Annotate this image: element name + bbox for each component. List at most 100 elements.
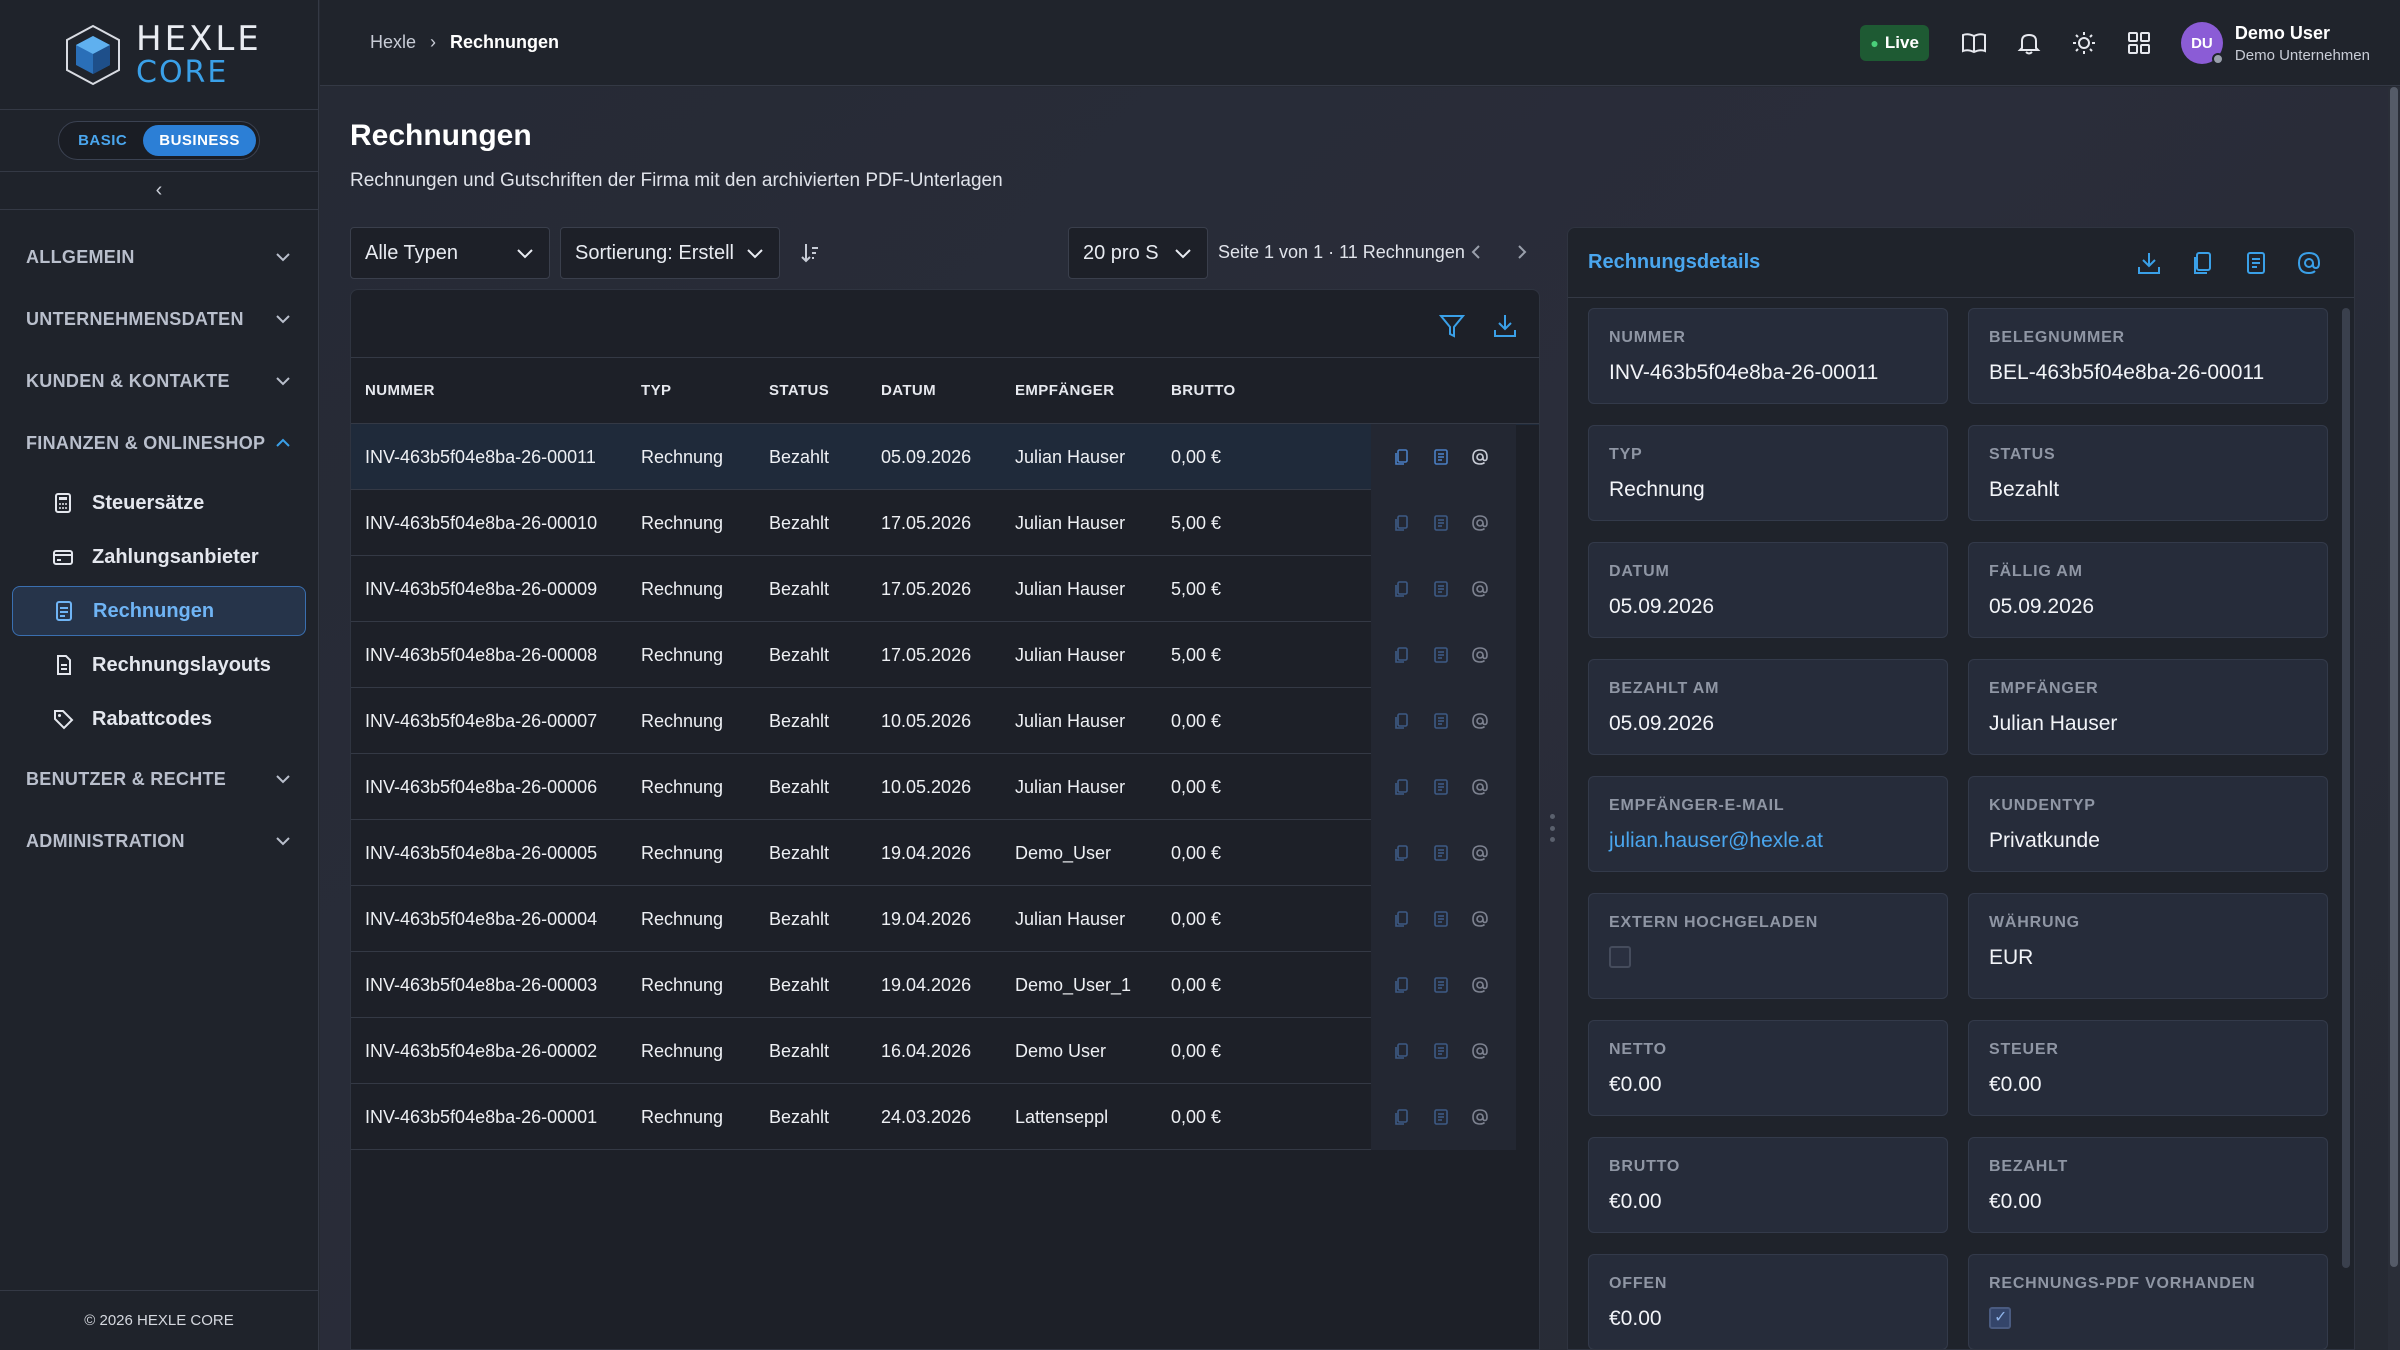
table-body: INV-463b5f04e8ba-26-00011 Rechnung Bezahlt… <box>351 424 1539 1150</box>
copy-document-icon[interactable] <box>1393 448 1411 466</box>
page-scrollbar[interactable] <box>2388 87 2400 1350</box>
receipt-icon[interactable] <box>1432 514 1450 532</box>
page-title: Rechnungen <box>350 119 532 152</box>
sidebar-item-rechnungslayouts[interactable]: Rechnungslayouts <box>12 640 306 690</box>
receipt-icon[interactable] <box>1432 580 1450 598</box>
receipt-icon[interactable] <box>2243 250 2269 276</box>
table-row[interactable]: INV-463b5f04e8ba-26-00006 Rechnung Bezahlt… <box>351 754 1539 820</box>
notifications-button[interactable] <box>2002 30 2057 56</box>
next-page-button[interactable] <box>1506 237 1536 267</box>
plan-business-option[interactable]: BUSINESS <box>143 125 256 156</box>
email-at-icon[interactable] <box>1471 778 1489 796</box>
table-row[interactable]: INV-463b5f04e8ba-26-00002 Rechnung Bezahlt… <box>351 1018 1539 1084</box>
email-at-icon[interactable] <box>1471 646 1489 664</box>
avatar[interactable]: DU <box>2180 22 2224 65</box>
column-header-empfaenger[interactable]: EMPFÄNGER <box>1015 382 1114 399</box>
type-filter-select[interactable]: Alle Typen <box>350 227 550 279</box>
copy-document-icon[interactable] <box>1393 580 1411 598</box>
plan-basic-option[interactable]: BASIC <box>62 125 143 156</box>
email-at-icon[interactable] <box>2296 250 2322 276</box>
cell-status: Bezahlt <box>769 1106 830 1127</box>
copy-document-icon[interactable] <box>2190 250 2216 276</box>
email-at-icon[interactable] <box>1471 976 1489 994</box>
prev-page-button[interactable] <box>1462 237 1492 267</box>
live-badge[interactable]: ● Live <box>1860 25 1929 61</box>
table-row[interactable]: INV-463b5f04e8ba-26-00008 Rechnung Bezahlt… <box>351 622 1539 688</box>
receipt-icon[interactable] <box>1432 1108 1450 1126</box>
nav-group-unternehmensdaten[interactable]: UNTERNEHMENSDATEN <box>0 288 318 350</box>
sidebar-collapse-button[interactable]: ‹ <box>0 172 318 210</box>
sidebar-item-zahlungsanbieter[interactable]: Zahlungsanbieter <box>12 532 306 582</box>
email-at-icon[interactable] <box>1471 910 1489 928</box>
detail-field-value: INV-463b5f04e8ba-26-00011 <box>1609 361 1879 384</box>
copy-document-icon[interactable] <box>1393 1108 1411 1126</box>
column-header-nummer[interactable]: NUMMER <box>365 382 435 399</box>
cell-brutto: 0,00 € <box>1171 974 1222 995</box>
nav-group-administration[interactable]: ADMINISTRATION <box>0 810 318 872</box>
nav-group-allgemein[interactable]: ALLGEMEIN <box>0 226 318 288</box>
sort-select[interactable]: Sortierung: Erstell <box>560 227 780 279</box>
sort-direction-icon[interactable] <box>798 240 824 266</box>
table-row[interactable]: INV-463b5f04e8ba-26-00011 Rechnung Bezahlt… <box>351 424 1539 490</box>
receipt-icon[interactable] <box>1432 976 1450 994</box>
email-at-icon[interactable] <box>1471 1108 1489 1126</box>
column-header-status[interactable]: STATUS <box>769 382 829 399</box>
email-at-icon[interactable] <box>1471 514 1489 532</box>
sort-value: Sortierung: Erstell <box>575 241 734 264</box>
table-row[interactable]: INV-463b5f04e8ba-26-00001 Rechnung Bezahlt… <box>351 1084 1539 1150</box>
copy-document-icon[interactable] <box>1393 712 1411 730</box>
theme-toggle-button[interactable] <box>2057 30 2112 56</box>
tag-icon <box>54 710 74 730</box>
table-row[interactable]: INV-463b5f04e8ba-26-00007 Rechnung Bezahlt… <box>351 688 1539 754</box>
column-header-brutto[interactable]: BRUTTO <box>1171 382 1236 399</box>
receipt-icon[interactable] <box>1432 844 1450 862</box>
table-row[interactable]: INV-463b5f04e8ba-26-00010 Rechnung Bezahlt… <box>351 490 1539 556</box>
table-row[interactable]: INV-463b5f04e8ba-26-00005 Rechnung Bezahlt… <box>351 820 1539 886</box>
apps-button[interactable] <box>2112 30 2167 56</box>
column-header-typ[interactable]: TYP <box>641 382 671 399</box>
detail-field-value: Privatkunde <box>1989 829 2100 852</box>
sidebar-item-rechnungen[interactable]: Rechnungen <box>12 586 306 636</box>
copy-document-icon[interactable] <box>1393 844 1411 862</box>
email-at-icon[interactable] <box>1471 448 1489 466</box>
receipt-icon[interactable] <box>1432 910 1450 928</box>
table-row[interactable]: INV-463b5f04e8ba-26-00004 Rechnung Bezahlt… <box>351 886 1539 952</box>
receipt-icon[interactable] <box>1432 646 1450 664</box>
user-menu[interactable]: Demo User Demo Unternehmen <box>2235 23 2370 64</box>
nav-group-finanzen-onlineshop[interactable]: FINANZEN & ONLINESHOP <box>0 412 318 474</box>
table-row[interactable]: INV-463b5f04e8ba-26-00009 Rechnung Bezahlt… <box>351 556 1539 622</box>
column-header-datum[interactable]: DATUM <box>881 382 936 399</box>
copy-document-icon[interactable] <box>1393 1042 1411 1060</box>
page-size-select[interactable]: 20 pro S <box>1068 227 1208 279</box>
download-icon[interactable] <box>1491 312 1519 340</box>
sidebar-item-steuersaetze[interactable]: Steuersätze <box>12 478 306 528</box>
email-at-icon[interactable] <box>1471 844 1489 862</box>
sidebar-item-rabattcodes[interactable]: Rabattcodes <box>12 694 306 744</box>
breadcrumb-home[interactable]: Hexle <box>370 32 416 53</box>
email-at-icon[interactable] <box>1471 712 1489 730</box>
cell-brutto: 5,00 € <box>1171 644 1222 665</box>
nav-group-kunden-kontakte[interactable]: KUNDEN & KONTAKTE <box>0 350 318 412</box>
email-at-icon[interactable] <box>1471 580 1489 598</box>
nav-group-benutzer-rechte[interactable]: BENUTZER & RECHTE <box>0 748 318 810</box>
recipient-email-link[interactable]: julian.hauser@hexle.at <box>1609 829 1927 853</box>
receipt-icon[interactable] <box>1432 1042 1450 1060</box>
receipt-icon[interactable] <box>1432 712 1450 730</box>
filter-icon[interactable] <box>1438 312 1466 340</box>
table-row[interactable]: INV-463b5f04e8ba-26-00003 Rechnung Bezahlt… <box>351 952 1539 1018</box>
download-icon[interactable] <box>2136 250 2162 276</box>
copy-document-icon[interactable] <box>1393 514 1411 532</box>
copy-document-icon[interactable] <box>1393 646 1411 664</box>
receipt-icon[interactable] <box>1432 448 1450 466</box>
receipt-icon[interactable] <box>1432 778 1450 796</box>
logo[interactable]: HEXLE CORE <box>0 0 318 110</box>
copy-document-icon[interactable] <box>1393 778 1411 796</box>
panel-resize-handle[interactable] <box>1549 814 1555 842</box>
copy-document-icon[interactable] <box>1393 976 1411 994</box>
details-scrollbar[interactable] <box>2342 308 2350 1268</box>
docs-button[interactable] <box>1947 30 2002 56</box>
chevron-left-icon: ‹ <box>155 179 163 201</box>
cell-empfaenger: Julian Hauser <box>1015 578 1126 599</box>
email-at-icon[interactable] <box>1471 1042 1489 1060</box>
copy-document-icon[interactable] <box>1393 910 1411 928</box>
